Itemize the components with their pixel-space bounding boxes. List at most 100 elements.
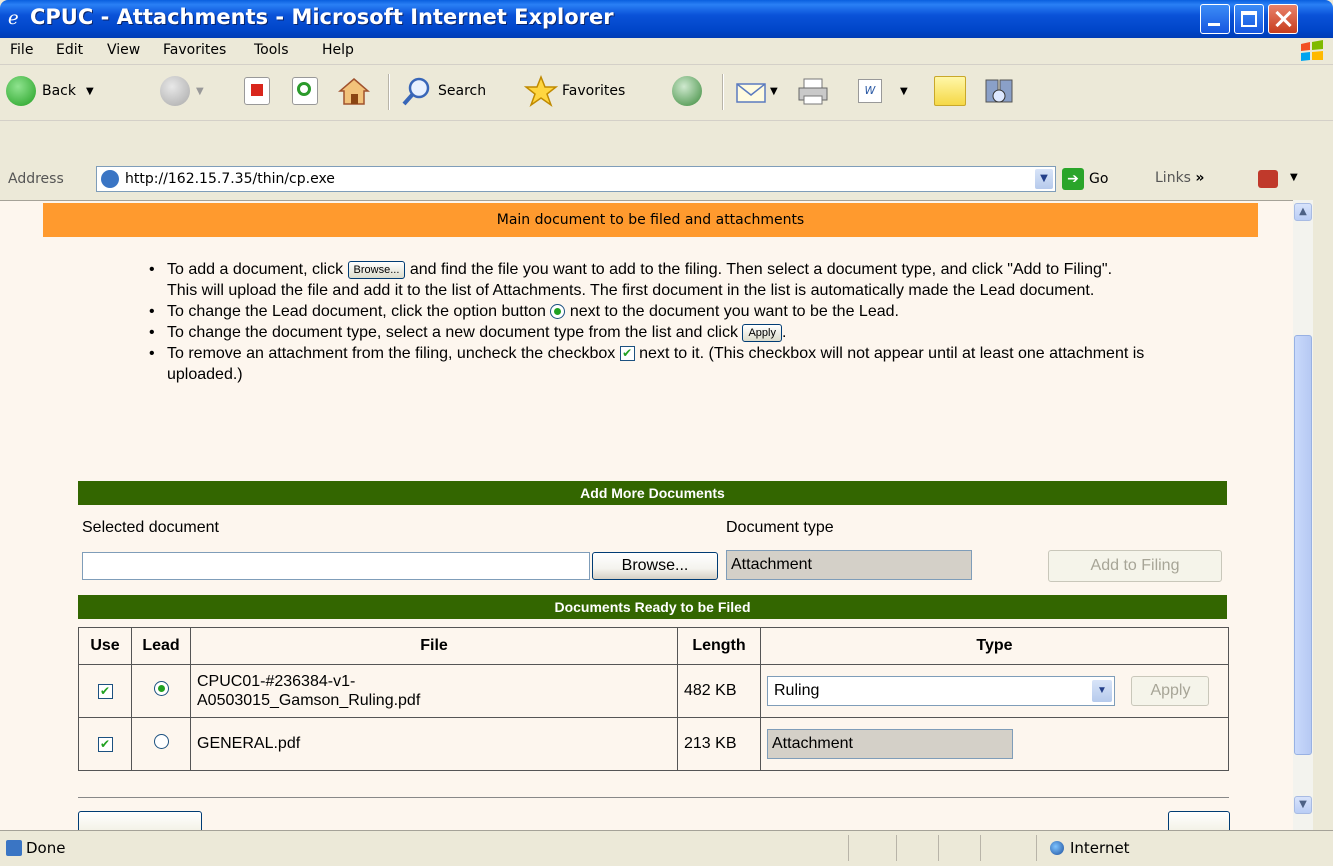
page-icon: [101, 170, 119, 188]
stop-button[interactable]: [244, 74, 276, 108]
checkbox-example-icon: ✔: [619, 346, 635, 362]
chevron-down-icon[interactable]: ▼: [1092, 680, 1112, 702]
refresh-button[interactable]: [292, 74, 324, 108]
table-row: ✔ GENERAL.pdf 213 KB Attachment: [78, 717, 1229, 771]
back-button[interactable]: Back ▼: [6, 74, 94, 108]
file-name: GENERAL.pdf: [197, 735, 301, 752]
status-divider: [1036, 835, 1037, 861]
favorites-button[interactable]: Favorites: [524, 74, 625, 108]
selected-document-input[interactable]: [82, 552, 590, 580]
radio-example-icon: [550, 304, 566, 320]
print-button[interactable]: [796, 74, 830, 108]
address-bar: Address http://162.15.7.35/thin/cp.exe ▼…: [0, 158, 1333, 200]
instruction-text: To remove an attachment from the filing,…: [167, 345, 616, 362]
links-toolbar[interactable]: Links »: [1155, 170, 1204, 186]
scroll-up-icon[interactable]: ▲: [1294, 203, 1312, 221]
acrobat-icon[interactable]: [1258, 170, 1278, 188]
table-row: ✔ CPUC01-#236384-v1- A0503015_Gamson_Rul…: [78, 664, 1229, 718]
add-to-filing-button[interactable]: Add to Filing: [1048, 550, 1222, 582]
mail-button[interactable]: ▼: [734, 74, 778, 108]
stop-icon: [244, 77, 270, 105]
type-field: Attachment: [767, 729, 1013, 759]
home-icon: [338, 78, 370, 105]
lead-cell: [131, 664, 191, 718]
go-button[interactable]: ➔ Go: [1062, 168, 1108, 190]
links-label: Links: [1155, 170, 1191, 186]
ie-icon: ℯ: [8, 8, 19, 29]
address-dropdown-icon[interactable]: ▼: [1035, 169, 1053, 189]
mail-dropdown-icon[interactable]: ▼: [770, 86, 778, 97]
address-label: Address: [8, 171, 64, 187]
page-done-icon: [6, 840, 22, 856]
divider: [78, 797, 1229, 798]
go-arrow-icon: ➔: [1062, 168, 1084, 190]
back-arrow-icon: [6, 76, 36, 106]
search-icon: [402, 77, 430, 106]
instruction-text: next to the document you want to be the …: [569, 303, 899, 320]
minimize-button[interactable]: [1200, 4, 1230, 34]
research-icon: [985, 79, 1013, 103]
instruction-text: To change the Lead document, click the o…: [167, 303, 546, 320]
globe-icon: [1050, 841, 1064, 855]
inline-browse-button: Browse...: [347, 260, 406, 279]
use-checkbox[interactable]: ✔: [97, 737, 113, 752]
history-icon: [672, 76, 702, 106]
edit-button[interactable]: W ▼: [858, 74, 908, 108]
menu-favorites[interactable]: Favorites: [163, 42, 226, 58]
documents-ready-header: Documents Ready to be Filed: [78, 595, 1227, 619]
selected-document-label: Selected document: [82, 519, 219, 536]
file-cell: GENERAL.pdf: [190, 717, 678, 771]
home-button[interactable]: [338, 74, 370, 108]
scroll-down-icon[interactable]: ▼: [1294, 796, 1312, 814]
instruction-item: To remove an attachment from the filing,…: [145, 343, 1145, 385]
discuss-button[interactable]: [934, 74, 966, 108]
search-label: Search: [438, 83, 487, 99]
documents-table: Use Lead File Length Type ✔ CPUC01-#2363…: [78, 627, 1229, 771]
file-name-line1: CPUC01-#236384-v1-: [197, 673, 356, 690]
lead-cell: [131, 717, 191, 771]
toolbar: Back ▼ ▼ Search Favorites ▼ W ▼: [0, 64, 1333, 156]
use-cell: ✔: [78, 717, 132, 771]
status-divider: [938, 835, 939, 861]
forward-dropdown-icon[interactable]: ▼: [196, 86, 204, 97]
type-select[interactable]: Ruling ▼: [767, 676, 1115, 706]
length-cell: 482 KB: [677, 664, 761, 718]
document-type-label: Document type: [726, 519, 834, 536]
menu-help[interactable]: Help: [322, 42, 354, 58]
next-button[interactable]: [1168, 811, 1230, 831]
apply-button[interactable]: Apply: [1131, 676, 1210, 706]
acrobat-dropdown-icon[interactable]: ▼: [1290, 172, 1298, 183]
research-button[interactable]: [982, 74, 1016, 108]
page-content: Main document to be filed and attachment…: [0, 200, 1313, 831]
use-checkbox[interactable]: ✔: [97, 684, 113, 699]
search-button[interactable]: Search: [400, 74, 486, 108]
lead-radio[interactable]: [153, 734, 169, 749]
security-zone: Internet: [1070, 839, 1130, 857]
forward-arrow-icon: [160, 76, 190, 106]
length-cell: 213 KB: [677, 717, 761, 771]
scroll-thumb[interactable]: [1294, 335, 1312, 755]
forward-button[interactable]: ▼: [160, 74, 204, 108]
menu-file[interactable]: File: [10, 42, 33, 58]
toolbar-separator: [722, 74, 724, 110]
instruction-item: To change the Lead document, click the o…: [145, 301, 1145, 322]
vertical-scrollbar[interactable]: ▲ ▼: [1293, 200, 1313, 830]
edit-dropdown-icon[interactable]: ▼: [900, 86, 908, 97]
standard-buttons: Back ▼ ▼ Search Favorites ▼ W ▼: [0, 64, 1333, 121]
browse-button[interactable]: Browse...: [592, 552, 718, 580]
previous-button[interactable]: [78, 811, 202, 831]
close-button[interactable]: [1268, 4, 1298, 34]
window-title: CPUC - Attachments - Microsoft Internet …: [30, 5, 614, 29]
menu-edit[interactable]: Edit: [56, 42, 83, 58]
maximize-button[interactable]: [1234, 4, 1264, 34]
menu-tools[interactable]: Tools: [254, 42, 289, 58]
status-divider: [848, 835, 849, 861]
back-dropdown-icon[interactable]: ▼: [86, 86, 94, 97]
menu-view[interactable]: View: [107, 42, 140, 58]
instruction-item: To change the document type, select a ne…: [145, 322, 1145, 343]
history-button[interactable]: [672, 74, 708, 108]
address-input[interactable]: http://162.15.7.35/thin/cp.exe ▼: [96, 166, 1056, 192]
refresh-icon: [292, 77, 318, 105]
lead-radio[interactable]: [153, 681, 169, 696]
inline-apply-button: Apply: [742, 323, 782, 342]
